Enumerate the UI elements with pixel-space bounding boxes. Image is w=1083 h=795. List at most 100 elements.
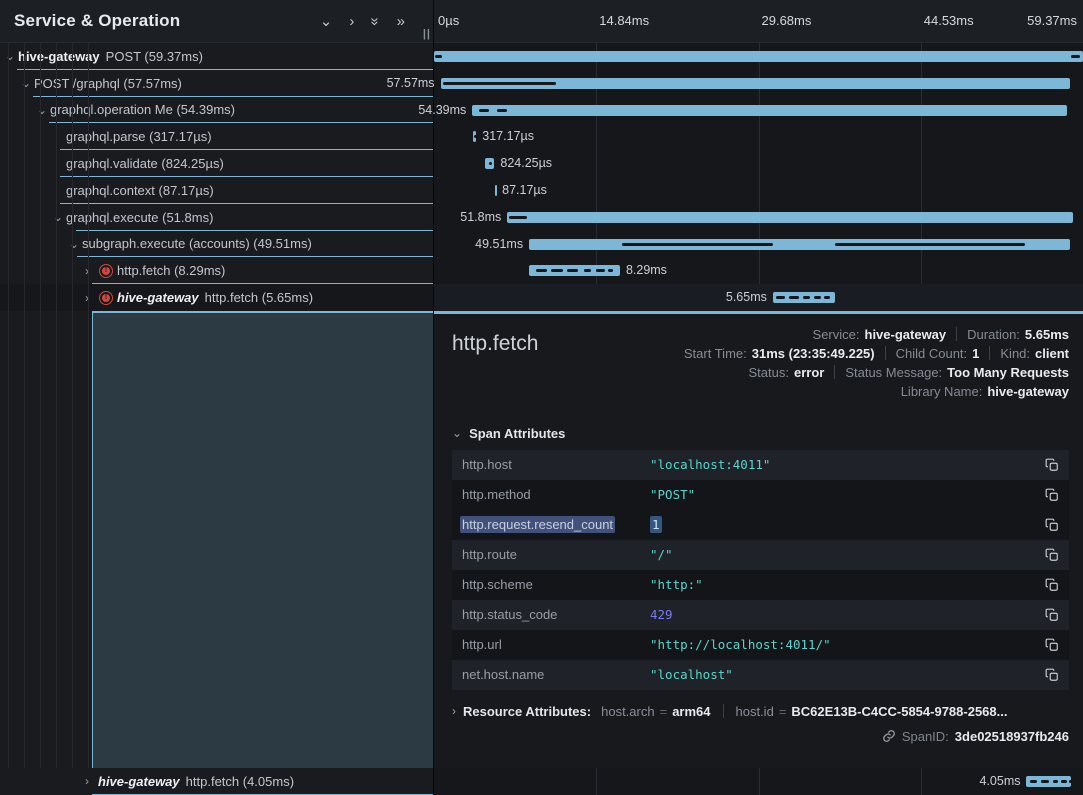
resource-value: BC62E13B-C4CC-5854-9788-2568... xyxy=(791,704,1007,719)
timeline-row: 824.25µs xyxy=(434,150,1083,177)
span-detail-panel: http.fetch Service:hive-gatewayDuration:… xyxy=(434,311,1083,768)
resource-attributes-row[interactable]: › Resource Attributes: host.arch=arm64ho… xyxy=(452,704,1069,719)
meta-divider xyxy=(834,365,835,379)
span-duration-bar[interactable] xyxy=(495,185,497,196)
attribute-row[interactable]: net.host.name"localhost" xyxy=(452,660,1069,690)
chevron-down-icon[interactable]: ⌄ xyxy=(37,104,50,116)
link-icon[interactable] xyxy=(882,729,896,743)
child-span-mark xyxy=(1053,780,1058,783)
child-span-mark xyxy=(622,243,773,246)
meta-label: Service: xyxy=(813,327,860,342)
tree-row[interactable]: ⌄hive-gatewayPOST (59.37ms) xyxy=(0,43,433,70)
copy-icon[interactable] xyxy=(1041,488,1059,502)
error-icon-glyph: ! xyxy=(102,267,110,275)
tree-row[interactable]: ›!http.fetch (8.29ms) xyxy=(0,257,433,284)
meta-value: 31ms (23:35:49.225) xyxy=(752,346,875,361)
service-name: hive-gateway xyxy=(98,774,180,789)
span-operation-label: POST (59.37ms) xyxy=(106,49,203,64)
tree-row-selected[interactable]: ›!hive-gatewayhttp.fetch (5.65ms) xyxy=(0,284,433,311)
axis-tick-label: 59.37ms xyxy=(1027,13,1077,28)
span-duration-bar[interactable] xyxy=(472,105,1067,116)
selected-text: 1 xyxy=(650,516,662,533)
span-id-row: SpanID: 3de02518937fb246 xyxy=(452,729,1069,744)
span-attributes-title: Span Attributes xyxy=(469,426,565,441)
resource-key: host.arch xyxy=(601,704,654,719)
span-duration-label: 317.17µs xyxy=(482,129,534,143)
chevron-right-icon[interactable]: › xyxy=(349,14,354,29)
attribute-row[interactable]: http.method"POST" xyxy=(452,480,1069,510)
timeline-row: 51.8ms xyxy=(434,204,1083,231)
tree-row[interactable]: ⌄POST /graphql (57.57ms) xyxy=(0,70,433,97)
chevron-down-icon[interactable]: ⌄ xyxy=(53,211,66,223)
tree-row[interactable]: graphql.context (87.17µs) xyxy=(0,177,433,204)
equals-sign: = xyxy=(660,704,668,719)
resource-divider xyxy=(723,704,724,718)
attribute-row[interactable]: http.route"/" xyxy=(452,540,1069,570)
tree-row[interactable]: graphql.parse (317.17µs) xyxy=(0,123,433,150)
axis-tick-label: 14.84ms xyxy=(599,13,649,28)
span-duration-label: 8.29ms xyxy=(626,263,667,277)
chevron-right-icon[interactable]: › xyxy=(85,265,98,277)
span-duration-bar[interactable] xyxy=(507,212,1073,223)
chevron-down-icon[interactable]: ⌄ xyxy=(21,77,34,89)
span-operation-label: graphql.context (87.17µs) xyxy=(66,183,214,198)
attribute-value: "http:" xyxy=(650,577,1041,592)
tree-row[interactable]: graphql.validate (824.25µs) xyxy=(0,150,433,177)
copy-icon[interactable] xyxy=(1041,608,1059,622)
span-id-value: 3de02518937fb246 xyxy=(955,729,1069,744)
double-chevron-right-icon[interactable]: » xyxy=(397,14,405,29)
attribute-row[interactable]: http.scheme"http:" xyxy=(452,570,1069,600)
chevron-down-icon[interactable]: ⌄ xyxy=(69,238,82,250)
attribute-key: http.url xyxy=(462,637,650,652)
attribute-row[interactable]: http.status_code429 xyxy=(452,600,1069,630)
child-span-mark xyxy=(789,296,799,299)
span-duration-bar[interactable] xyxy=(434,51,1083,62)
chevron-right-icon[interactable]: › xyxy=(85,292,98,304)
attribute-row[interactable]: http.host"localhost:4011" xyxy=(452,450,1069,480)
child-span-mark xyxy=(536,269,547,272)
tree-row[interactable]: ⌄subgraph.execute (accounts) (49.51ms) xyxy=(0,231,433,258)
span-duration-label: 5.65ms xyxy=(726,290,767,304)
tree-row[interactable]: ⌄graphql.execute (51.8ms) xyxy=(0,204,433,231)
tree-row[interactable]: ›hive-gatewayhttp.fetch (4.05ms) xyxy=(0,768,433,795)
meta-label: Duration: xyxy=(967,327,1020,342)
attribute-key: http.status_code xyxy=(462,607,650,622)
chevron-down-icon: ⌄ xyxy=(452,426,462,440)
panel-resize-handle[interactable]: || xyxy=(423,28,431,40)
span-detail-header: http.fetch Service:hive-gatewayDuration:… xyxy=(452,327,1069,399)
copy-icon[interactable] xyxy=(1041,668,1059,682)
span-duration-label: 4.05ms xyxy=(980,774,1021,788)
chevron-right-icon[interactable]: › xyxy=(85,775,98,787)
tree-toolbar: ⌄ › » » xyxy=(320,14,423,29)
child-span-mark xyxy=(814,296,821,299)
meta-divider xyxy=(956,327,957,341)
double-chevron-down-icon[interactable]: » xyxy=(368,17,383,25)
timeline-row: 57.57ms xyxy=(434,70,1083,97)
tree-row[interactable]: ⌄graphql.operation Me (54.39ms) xyxy=(0,97,433,124)
copy-icon[interactable] xyxy=(1041,638,1059,652)
copy-icon[interactable] xyxy=(1041,458,1059,472)
span-id-label: SpanID: xyxy=(902,729,949,744)
meta-value: hive-gateway xyxy=(987,384,1069,399)
meta-label: Status: xyxy=(749,365,789,380)
meta-label: Status Message: xyxy=(845,365,942,380)
timeline-row: 4.05ms xyxy=(434,768,1083,795)
meta-label: Kind: xyxy=(1000,346,1030,361)
chevron-right-icon: › xyxy=(452,704,456,718)
attribute-row[interactable]: http.url"http://localhost:4011/" xyxy=(452,630,1069,660)
meta-value: 1 xyxy=(972,346,979,361)
chevron-down-icon[interactable]: ⌄ xyxy=(320,14,333,29)
attribute-row[interactable]: http.request.resend_count1 xyxy=(452,510,1069,540)
copy-icon[interactable] xyxy=(1041,548,1059,562)
child-span-mark xyxy=(474,135,477,138)
span-meta-line: Status:errorStatus Message:Too Many Requ… xyxy=(749,365,1070,380)
attribute-key: http.method xyxy=(462,487,650,502)
span-duration-label: 51.8ms xyxy=(460,210,501,224)
trace-viewer: Service & Operation ⌄›»» || ⌄hive-gatewa… xyxy=(0,0,1083,795)
copy-icon[interactable] xyxy=(1041,578,1059,592)
chevron-down-icon[interactable]: ⌄ xyxy=(5,50,18,62)
span-duration-label: 824.25µs xyxy=(500,156,552,170)
copy-icon[interactable] xyxy=(1041,518,1059,532)
span-attributes-toggle[interactable]: ⌄ Span Attributes xyxy=(452,426,1069,441)
child-span-mark xyxy=(596,269,605,272)
